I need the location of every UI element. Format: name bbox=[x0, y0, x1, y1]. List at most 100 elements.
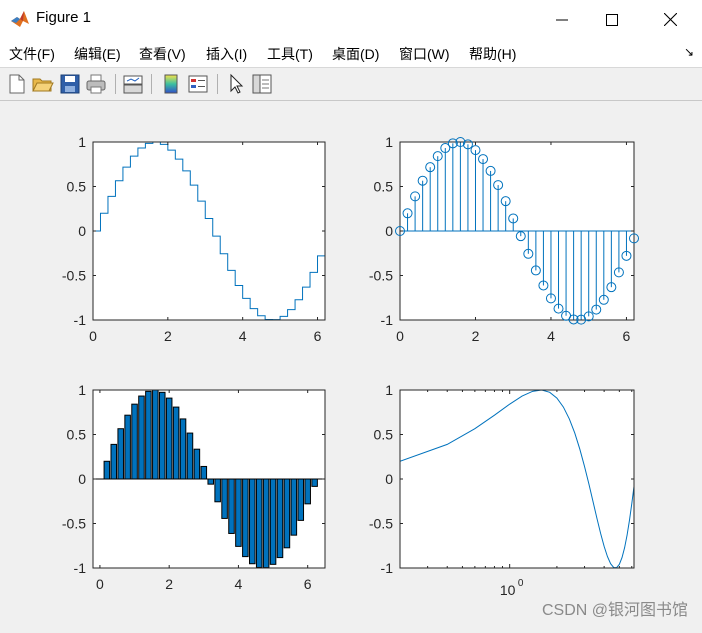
edit-plot-icon[interactable] bbox=[224, 72, 248, 96]
y-tick-label: 0.5 bbox=[374, 179, 394, 195]
bar bbox=[304, 478, 311, 505]
menu-file[interactable]: 文件(F) bbox=[9, 44, 55, 64]
axes-2 bbox=[399, 141, 635, 321]
bar bbox=[255, 478, 263, 568]
x-tick-label: 0 bbox=[396, 328, 404, 344]
x-tick-label: 2 bbox=[165, 576, 173, 592]
bar bbox=[193, 448, 201, 480]
y-tick-label: 0.5 bbox=[67, 179, 87, 195]
x-tick-label: 6 bbox=[623, 328, 631, 344]
close-button[interactable] bbox=[645, 0, 695, 39]
menu-tools[interactable]: 工具(T) bbox=[267, 44, 313, 64]
axes-4 bbox=[399, 389, 635, 569]
x-tick-label: 6 bbox=[304, 576, 312, 592]
y-tick-label: 1 bbox=[385, 134, 393, 150]
property-inspector-icon[interactable] bbox=[250, 72, 274, 96]
bar bbox=[103, 460, 111, 480]
bar bbox=[235, 478, 242, 547]
bar bbox=[283, 478, 291, 549]
bar bbox=[200, 465, 208, 480]
bar bbox=[290, 478, 298, 536]
x-tick-label: 4 bbox=[239, 328, 247, 344]
minimize-button[interactable] bbox=[537, 0, 587, 39]
menu-window[interactable]: 窗口(W) bbox=[399, 44, 450, 64]
toolbar-separator bbox=[151, 74, 152, 94]
bar bbox=[228, 478, 235, 534]
bar bbox=[158, 391, 166, 480]
y-tick-label: -1 bbox=[381, 312, 394, 328]
matlab-logo-icon bbox=[11, 11, 29, 27]
insert-colorbar-icon[interactable] bbox=[159, 72, 183, 96]
y-tick-label: -1 bbox=[74, 560, 87, 576]
plot-area bbox=[400, 390, 634, 568]
figure-plots: 10.50-0.5-10 2 4 610.50-0.5-10 2 4 610.50-0.5-… bbox=[62, 134, 639, 598]
y-tick-label: -1 bbox=[381, 560, 394, 576]
bar bbox=[110, 443, 118, 480]
bar bbox=[131, 403, 138, 480]
open-file-icon[interactable] bbox=[31, 72, 55, 96]
bar bbox=[179, 418, 187, 480]
menu-bar: 文件(F) 编辑(E) 查看(V) 插入(I) 工具(T) 桌面(D) 窗口(W… bbox=[0, 39, 702, 67]
bar bbox=[145, 390, 152, 480]
plot-area bbox=[93, 142, 325, 320]
minimize-icon bbox=[556, 19, 568, 20]
x-tick-label: 0 bbox=[89, 328, 97, 344]
bar bbox=[138, 395, 145, 480]
toolbar-separator bbox=[115, 74, 116, 94]
bar bbox=[117, 428, 124, 480]
title-bar: Figure 1 bbox=[0, 0, 702, 39]
y-tick-label: -0.5 bbox=[62, 268, 86, 284]
y-tick-label: 0 bbox=[385, 223, 393, 239]
window-title: Figure 1 bbox=[36, 9, 92, 26]
y-tick-label: 1 bbox=[385, 382, 393, 398]
menu-desktop[interactable]: 桌面(D) bbox=[332, 44, 379, 64]
bar bbox=[124, 414, 131, 480]
menu-help[interactable]: 帮助(H) bbox=[469, 44, 516, 64]
menu-edit[interactable]: 编辑(E) bbox=[74, 44, 121, 64]
y-tick-label: -1 bbox=[74, 312, 87, 328]
y-tick-label: 0 bbox=[78, 471, 86, 487]
bar bbox=[311, 478, 318, 487]
print-icon[interactable] bbox=[84, 72, 108, 96]
menu-insert[interactable]: 插入(I) bbox=[206, 44, 247, 64]
new-figure-icon[interactable] bbox=[5, 72, 29, 96]
y-tick-label: 0.5 bbox=[374, 427, 394, 443]
bar bbox=[262, 478, 270, 568]
bar bbox=[276, 478, 284, 559]
y-tick-label: -0.5 bbox=[62, 516, 86, 532]
maximize-icon bbox=[606, 13, 618, 26]
y-tick-label: -0.5 bbox=[369, 268, 393, 284]
insert-legend-icon[interactable] bbox=[186, 72, 210, 96]
save-icon[interactable] bbox=[58, 72, 82, 96]
bar bbox=[152, 390, 159, 480]
bar bbox=[269, 478, 277, 565]
menu-view[interactable]: 查看(V) bbox=[139, 44, 186, 64]
x-tick-label: 2 bbox=[164, 328, 172, 344]
y-tick-label: -0.5 bbox=[369, 516, 393, 532]
bar bbox=[207, 478, 215, 485]
x-tick-exponent: 0 bbox=[518, 578, 524, 589]
bar bbox=[297, 478, 305, 521]
x-tick-label: 2 bbox=[472, 328, 480, 344]
y-tick-label: 0.5 bbox=[67, 427, 87, 443]
y-tick-label: 0 bbox=[78, 223, 86, 239]
bar bbox=[186, 432, 194, 480]
x-tick-label: 4 bbox=[547, 328, 555, 344]
bar bbox=[221, 478, 228, 519]
x-tick-label: 4 bbox=[235, 576, 243, 592]
bar bbox=[242, 478, 249, 558]
toolbar bbox=[0, 67, 702, 101]
link-plot-icon[interactable] bbox=[121, 72, 145, 96]
axes-3 bbox=[92, 389, 326, 569]
y-tick-label: 0 bbox=[385, 471, 393, 487]
axes-1 bbox=[92, 141, 326, 321]
figure-canvas: 1 0.5 0 -0.5 -1 0 2 4 6 1 0.5 0 -0.5 -1 0 2 4 6 1 0.5 0 -0.5-… bbox=[0, 100, 702, 628]
x-tick-label: 6 bbox=[314, 328, 322, 344]
watermark: CSDN @银河图书馆 bbox=[541, 602, 688, 619]
toolbar-separator bbox=[217, 74, 218, 94]
dock-arrow-icon[interactable]: ↘ bbox=[684, 45, 694, 59]
y-tick-label: 1 bbox=[78, 134, 86, 150]
y-tick-label: 1 bbox=[78, 382, 86, 398]
bar bbox=[249, 478, 256, 565]
maximize-button[interactable] bbox=[587, 0, 637, 39]
